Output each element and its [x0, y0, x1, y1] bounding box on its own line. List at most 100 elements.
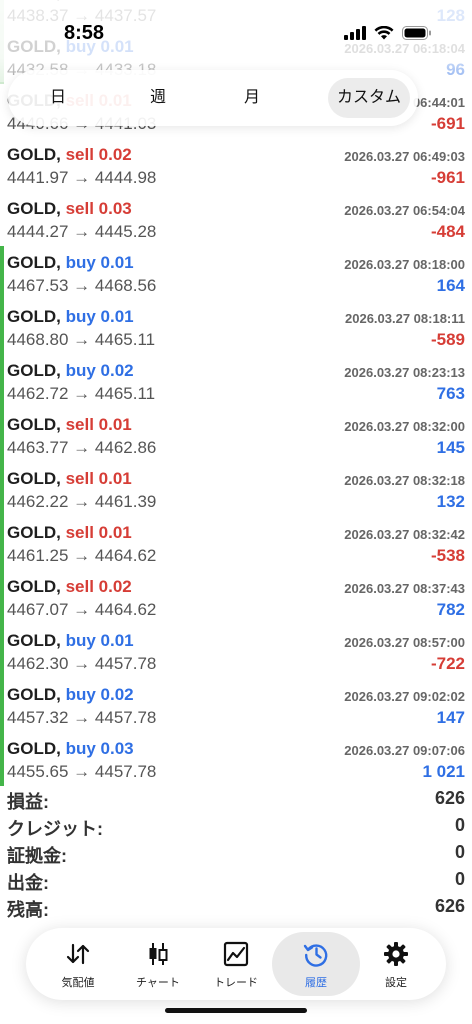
trade-title: GOLD, sell 0.01	[7, 523, 132, 543]
trade-title: GOLD, sell 0.02	[7, 577, 132, 597]
trade-profit: 782	[436, 600, 465, 619]
trade-profit: 132	[436, 492, 465, 511]
summary-value: 0	[454, 842, 465, 862]
nav-trade[interactable]: トレード	[192, 932, 280, 996]
trade-type: sell	[65, 199, 94, 218]
trade-volume: 0.02	[98, 577, 132, 596]
trade-row[interactable]: GOLD, buy 0.01 2026.03.27 08:18:00 4467.53…	[0, 246, 472, 300]
open-price: 4462.30	[7, 654, 69, 673]
open-price: 4462.72	[7, 384, 69, 403]
tab-day[interactable]: 日	[18, 78, 98, 118]
trade-volume: 0.01	[98, 415, 132, 434]
bottom-nav: 気配値 チャート トレード 履歴 設定	[26, 928, 446, 1000]
trade-volume: 0.03	[100, 739, 134, 758]
trade-profit: 145	[436, 438, 465, 457]
trade-type: buy	[65, 361, 96, 380]
trade-prices: 4467.07 → 4464.62	[7, 600, 156, 620]
trade-volume: 0.03	[98, 199, 132, 218]
trade-time: 2026.03.27 08:57:00	[344, 635, 465, 650]
trade-prices: 4444.27 → 4445.28	[7, 222, 156, 242]
period-tabs: 日 週 月 カスタム	[8, 70, 418, 126]
trade-row[interactable]: GOLD, sell 0.01 2026.03.27 08:32:18 4462.2…	[0, 462, 472, 516]
trade-profit: 164	[436, 276, 465, 295]
trade-type: buy	[65, 253, 96, 272]
deal-group-bar	[0, 300, 4, 354]
cellular-signal-icon	[344, 26, 366, 40]
tab-month[interactable]: 月	[212, 78, 292, 118]
deal-group-bar	[0, 246, 4, 300]
trade-time: 2026.03.27 09:02:02	[344, 689, 465, 704]
deal-group-bar	[0, 732, 4, 786]
candlestick-icon	[149, 943, 168, 965]
arrow-right-icon: →	[68, 438, 95, 457]
nav-quotes[interactable]: 気配値	[34, 932, 122, 996]
trade-row[interactable]: GOLD, sell 0.03 2026.03.27 06:54:04 4444.2…	[0, 192, 472, 246]
nav-chart[interactable]: チャート	[114, 932, 202, 996]
nav-label: 設定	[385, 977, 407, 989]
trade-row[interactable]: GOLD, buy 0.02 2026.03.27 09:02:02 4457.32…	[0, 678, 472, 732]
trade-row[interactable]: GOLD, sell 0.01 2026.03.27 08:32:00 4463.7…	[0, 408, 472, 462]
summary-row-balance: 残高: 626	[0, 894, 472, 922]
deal-group-bar	[0, 462, 4, 516]
trade-symbol: GOLD,	[7, 577, 61, 596]
nav-settings[interactable]: 設定	[352, 932, 440, 996]
trade-prices: 4462.22 → 4461.39	[7, 492, 156, 512]
trade-type: sell	[65, 415, 94, 434]
trade-profit: -691	[430, 114, 465, 133]
trade-symbol: GOLD,	[7, 145, 61, 164]
open-price: 4441.97	[7, 168, 69, 187]
trade-type: sell	[65, 469, 94, 488]
trade-row[interactable]: GOLD, buy 0.01 2026.03.27 08:18:11 4468.80…	[0, 300, 472, 354]
trade-prices: 4463.77 → 4462.86	[7, 438, 156, 458]
arrow-right-icon: →	[68, 330, 95, 349]
trade-volume: 0.01	[100, 307, 134, 326]
trade-type: sell	[65, 145, 94, 164]
summary-label: 損益:	[7, 792, 49, 812]
close-price: 4461.39	[94, 492, 157, 511]
trade-row[interactable]: GOLD, buy 0.02 2026.03.27 08:23:13 4462.72…	[0, 354, 472, 408]
trade-symbol: GOLD,	[7, 523, 61, 542]
trade-title: GOLD, buy 0.01	[7, 307, 134, 327]
trade-volume: 0.02	[98, 145, 132, 164]
arrow-right-icon: →	[68, 654, 95, 673]
nav-history[interactable]: 履歴	[272, 932, 360, 996]
trade-time: 2026.03.27 06:49:03	[344, 149, 465, 164]
summary-value: 626	[434, 896, 465, 916]
tab-custom[interactable]: カスタム	[328, 78, 410, 118]
tab-week[interactable]: 週	[118, 78, 198, 118]
open-price: 4455.65	[7, 762, 69, 781]
arrow-right-icon: →	[68, 492, 95, 511]
close-price: 4462.86	[94, 438, 157, 457]
trade-row[interactable]: GOLD, sell 0.02 2026.03.27 08:37:43 4467.0…	[0, 570, 472, 624]
trade-profit: -589	[430, 330, 465, 349]
trade-time: 2026.03.27 08:32:42	[344, 527, 465, 542]
trade-title: GOLD, buy 0.01	[7, 631, 134, 651]
trade-row[interactable]: GOLD, sell 0.01 2026.03.27 08:32:42 4461.2…	[0, 516, 472, 570]
trade-row[interactable]: GOLD, buy 0.03 2026.03.27 09:07:06 4455.65…	[0, 732, 472, 786]
close-price: 4464.62	[94, 600, 157, 619]
deal-group-bar	[0, 570, 4, 624]
trade-profit: 1 021	[422, 762, 465, 781]
wifi-icon	[374, 26, 394, 40]
trade-profit: -538	[430, 546, 465, 565]
trade-symbol: GOLD,	[7, 253, 61, 272]
open-price: 4467.53	[7, 276, 69, 295]
trade-symbol: GOLD,	[7, 739, 61, 758]
deal-group-bar	[0, 408, 4, 462]
trade-title: GOLD, buy 0.02	[7, 361, 134, 381]
trade-row[interactable]: GOLD, buy 0.01 2026.03.27 08:57:00 4462.30…	[0, 624, 472, 678]
trade-volume: 0.01	[100, 631, 134, 650]
trade-title: GOLD, buy 0.02	[7, 685, 134, 705]
trade-title: GOLD, sell 0.01	[7, 469, 132, 489]
nav-label: チャート	[136, 977, 180, 989]
status-bar: 8:58	[0, 0, 472, 54]
trade-chart-icon	[223, 941, 249, 967]
summary-row-deposit: 証拠金: 0	[0, 840, 472, 868]
arrow-right-icon: →	[68, 708, 95, 727]
summary-label: 証拠金:	[7, 846, 67, 866]
trade-profit: -961	[430, 168, 465, 187]
trade-title: GOLD, sell 0.01	[7, 415, 132, 435]
trade-title: GOLD, sell 0.02	[7, 145, 132, 165]
trade-row[interactable]: GOLD, sell 0.02 2026.03.27 06:49:03 4441.9…	[0, 138, 472, 192]
close-price: 4444.98	[94, 168, 157, 187]
